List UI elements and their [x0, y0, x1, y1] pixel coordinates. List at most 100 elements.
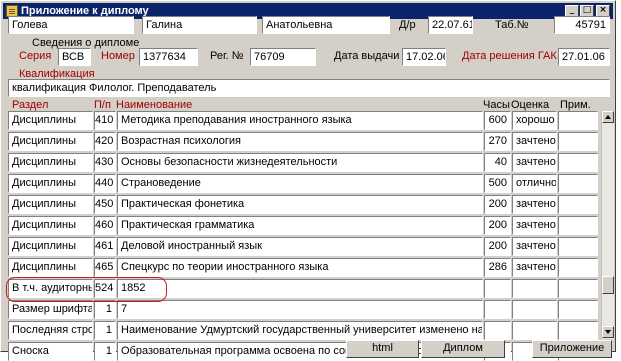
cell-section[interactable]: Дисциплины — [8, 111, 93, 130]
cell-note[interactable] — [558, 279, 598, 298]
cell-grade[interactable] — [512, 300, 557, 319]
scroll-up-button[interactable] — [602, 111, 614, 123]
cell-note[interactable] — [558, 321, 598, 340]
cell-note[interactable] — [558, 216, 598, 235]
column-header-hours: Часы — [483, 99, 510, 111]
cell-pn[interactable]: 1 — [94, 321, 116, 340]
cell-hours[interactable]: 200 — [484, 195, 511, 214]
cell-section[interactable]: Сноска — [8, 342, 93, 361]
diploma-button[interactable]: Диплом — [421, 340, 505, 358]
cell-pn[interactable]: 420 — [94, 132, 116, 151]
cell-pn[interactable]: 465 — [94, 258, 116, 277]
cell-grade[interactable]: хорошо — [512, 111, 557, 130]
cell-hours[interactable]: 500 — [484, 174, 511, 193]
column-header-section: Раздел — [12, 99, 49, 111]
cell-section[interactable]: Дисциплины — [8, 153, 93, 172]
cell-name[interactable]: Деловой иностранный язык — [117, 237, 483, 256]
patronymic-field[interactable]: Анатольевна — [262, 16, 390, 34]
cell-name[interactable]: Практическая грамматика — [117, 216, 483, 235]
cell-note[interactable] — [558, 300, 598, 319]
cell-pn[interactable]: 440 — [94, 174, 116, 193]
cell-hours[interactable]: 200 — [484, 237, 511, 256]
cell-grade[interactable]: зачтено — [512, 237, 557, 256]
cell-grade[interactable]: зачтено — [512, 216, 557, 235]
surname-field[interactable]: Голева — [8, 16, 134, 34]
cell-note[interactable] — [558, 111, 598, 130]
vertical-scrollbar[interactable] — [601, 111, 614, 339]
cell-note[interactable] — [558, 237, 598, 256]
cell-note[interactable] — [558, 258, 598, 277]
cell-grade[interactable]: зачтено — [512, 258, 557, 277]
cell-name[interactable]: 7 — [117, 300, 483, 319]
cell-section[interactable]: Дисциплины — [8, 216, 93, 235]
cell-hours[interactable] — [484, 279, 511, 298]
cell-name[interactable]: Спецкурс по теории иностранного языка — [117, 258, 483, 277]
reg-label: Рег. № — [210, 50, 244, 62]
cell-name[interactable]: Основы безопасности жизнедеятельности — [117, 153, 483, 172]
scroll-down-button[interactable] — [602, 326, 614, 338]
cell-pn[interactable]: 1 — [94, 342, 116, 361]
cell-grade[interactable]: зачтено — [512, 153, 557, 172]
cell-name[interactable]: Страноведение — [117, 174, 483, 193]
cell-name[interactable]: 1852 — [117, 279, 483, 298]
cell-name[interactable]: Наименование Удмуртский государственный … — [117, 321, 483, 340]
cell-section[interactable]: Дисциплины — [8, 258, 93, 277]
cell-section[interactable]: Последняя строк — [8, 321, 93, 340]
gak-date-field[interactable]: 27.01.06 — [558, 48, 610, 66]
subjects-table: Раздел П/п Наименование Часы Оценка Прим… — [8, 99, 614, 361]
cell-section[interactable]: Дисциплины — [8, 195, 93, 214]
maximize-icon: □ — [582, 5, 592, 15]
cell-section[interactable]: Дисциплины — [8, 237, 93, 256]
cell-note[interactable] — [558, 174, 598, 193]
cell-pn[interactable]: 460 — [94, 216, 116, 235]
cell-grade[interactable]: отлично — [512, 174, 557, 193]
minimize-icon: _ — [569, 5, 575, 15]
cell-pn[interactable]: 524 — [94, 279, 116, 298]
issue-date-label: Дата выдачи — [334, 50, 400, 62]
column-header-note: Прим. — [560, 99, 591, 111]
cell-hours[interactable]: 270 — [484, 132, 511, 151]
html-button[interactable]: html — [346, 340, 419, 358]
arrow-down-icon — [605, 330, 611, 334]
series-label: Серия — [19, 50, 52, 62]
cell-grade[interactable] — [512, 321, 557, 340]
cell-hours[interactable] — [484, 321, 511, 340]
cell-name[interactable]: Практическая фонетика — [117, 195, 483, 214]
cell-grade[interactable]: зачтено — [512, 132, 557, 151]
cell-pn[interactable]: 461 — [94, 237, 116, 256]
issue-date-field[interactable]: 17.02.06 — [402, 48, 446, 66]
cell-hours[interactable] — [484, 300, 511, 319]
cell-section[interactable]: Дисциплины — [8, 132, 93, 151]
qualification-field[interactable]: квалификация Филолог. Преподаватель — [8, 79, 610, 97]
dob-field[interactable]: 22.07.61 — [428, 16, 473, 34]
cell-pn[interactable]: 430 — [94, 153, 116, 172]
number-field[interactable]: 1377634 — [139, 48, 198, 66]
cell-pn[interactable]: 450 — [94, 195, 116, 214]
scroll-thumb[interactable] — [602, 276, 614, 294]
cell-grade[interactable]: зачтено — [512, 195, 557, 214]
tab-label: Таб.№ — [495, 19, 529, 31]
cell-hours[interactable]: 286 — [484, 258, 511, 277]
cell-note[interactable] — [558, 195, 598, 214]
series-field[interactable]: ВСВ — [58, 48, 91, 66]
cell-pn[interactable]: 410 — [94, 111, 116, 130]
cell-section[interactable]: Дисциплины — [8, 174, 93, 193]
tab-field[interactable]: 45791 — [554, 16, 610, 34]
cell-name[interactable]: Возрастная психология — [117, 132, 483, 151]
column-header-grade: Оценка — [511, 99, 550, 111]
cell-note[interactable] — [558, 132, 598, 151]
cell-hours[interactable]: 40 — [484, 153, 511, 172]
cell-pn[interactable]: 1 — [94, 300, 116, 319]
reg-field[interactable]: 76709 — [250, 48, 316, 66]
name-field[interactable]: Галина — [142, 16, 257, 34]
cell-section[interactable]: Размер шрифта , — [8, 300, 93, 319]
cell-note[interactable] — [558, 153, 598, 172]
cell-grade[interactable] — [512, 279, 557, 298]
close-icon: × — [599, 5, 607, 15]
arrow-up-icon — [605, 115, 611, 119]
cell-hours[interactable]: 200 — [484, 216, 511, 235]
cell-hours[interactable]: 600 — [484, 111, 511, 130]
cell-section[interactable]: В т.ч. аудиторны — [8, 279, 93, 298]
appendix-button[interactable]: Приложение — [532, 340, 612, 358]
cell-name[interactable]: Методика преподавания иностранного языка — [117, 111, 483, 130]
